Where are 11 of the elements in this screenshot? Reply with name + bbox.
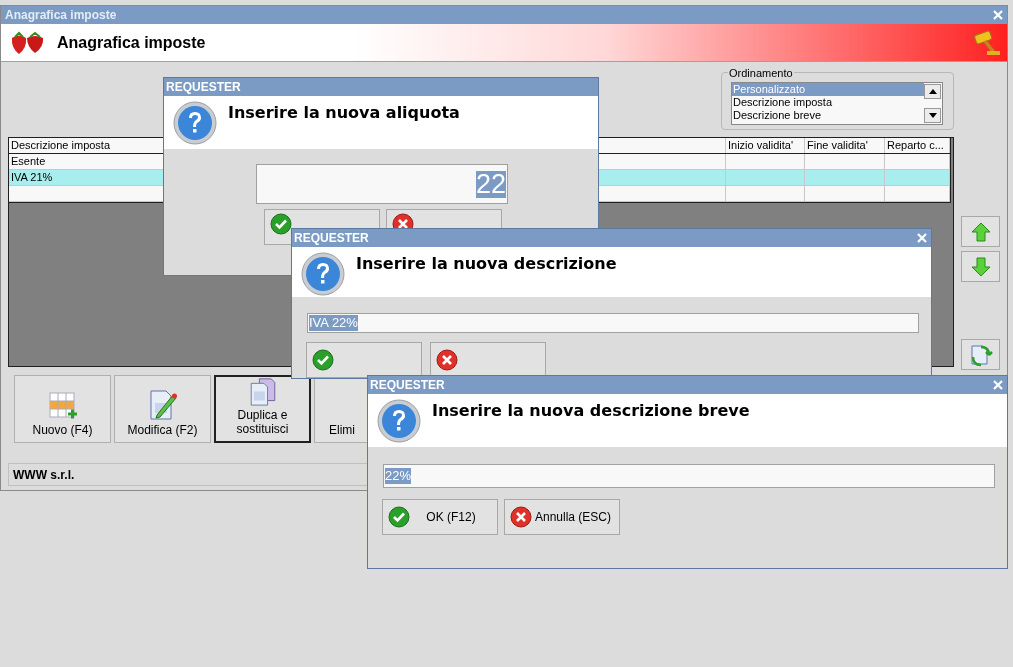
header-title: Anagrafica imposte <box>57 32 207 53</box>
dialog-prompt: Inserire la nuova descrizione <box>356 253 617 275</box>
window-title: Anagrafica imposte <box>5 7 117 24</box>
dialog-title: REQUESTER <box>166 79 241 96</box>
status-text: WWW s.r.l. <box>13 466 75 484</box>
field-value: 22 <box>475 170 506 198</box>
dialog-prompt: Inserire la nuova descrizione breve <box>432 400 750 422</box>
dialog-prompt: Inserire la nuova aliquota <box>228 102 460 124</box>
field-value: IVA 22% <box>309 314 358 332</box>
field-value: 22% <box>385 467 412 485</box>
dialog-title: REQUESTER <box>294 230 369 247</box>
